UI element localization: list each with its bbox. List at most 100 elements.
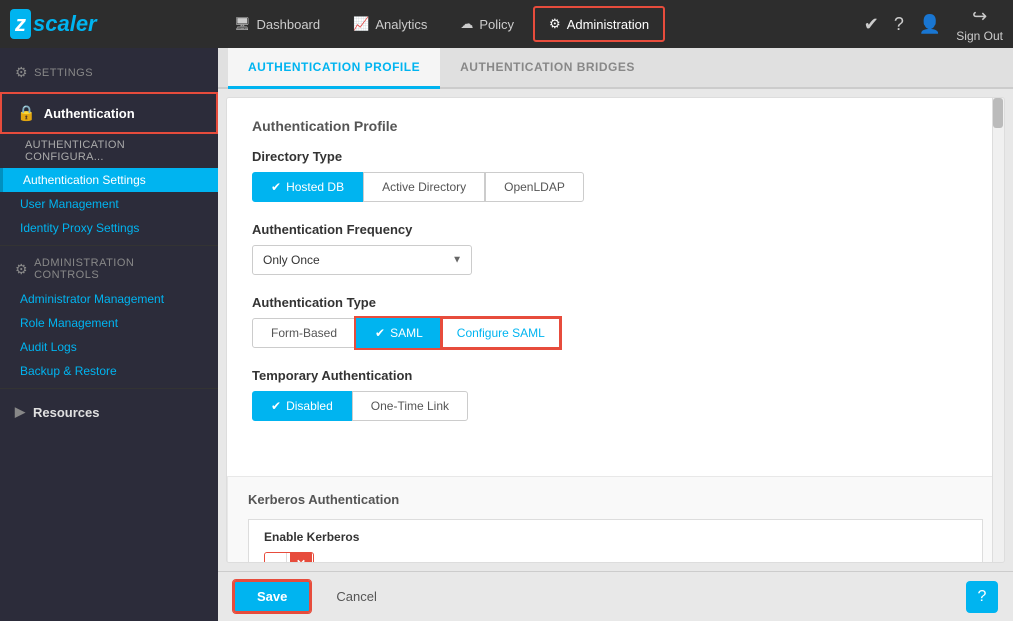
sign-out-icon: ↪ (972, 6, 987, 27)
auth-frequency-select[interactable]: Only Once Every Login Cookie Based (252, 245, 472, 275)
active-directory-button[interactable]: Active Directory (363, 172, 485, 202)
nav-administration-label: Administration (567, 17, 649, 32)
sidebar-administrator-management[interactable]: Administrator Management (0, 287, 218, 311)
sidebar-auth-settings[interactable]: Authentication Settings (0, 168, 218, 192)
hosted-db-check-icon: ✔ (271, 180, 281, 194)
directory-type-buttons: ✔ Hosted DB Active Directory OpenLDAP (252, 172, 979, 202)
nav-administration[interactable]: ⚙ Administration (533, 6, 665, 42)
disabled-check-icon: ✔ (271, 399, 281, 413)
saml-label: SAML (390, 326, 423, 340)
help-icon[interactable]: ? (894, 14, 904, 35)
sidebar-admin-controls-label: ADMINISTRATION CONTROLS (34, 257, 203, 281)
cancel-button[interactable]: Cancel (321, 582, 391, 611)
analytics-icon: 📈 (353, 16, 369, 32)
sidebar-backup-restore[interactable]: Backup & Restore (0, 359, 218, 383)
logo-area: z scaler (10, 9, 220, 39)
sidebar-authentication-label: Authentication (44, 106, 135, 121)
form-based-button[interactable]: Form-Based (252, 318, 356, 348)
auth-type-group: Authentication Type Form-Based ✔ SAML Co… (252, 295, 979, 348)
nav-dashboard[interactable]: 🖥 Dashboard (220, 8, 334, 40)
policy-icon: ☁ (460, 16, 473, 32)
lock-icon: 🔒 (17, 104, 36, 122)
kerberos-inner: Enable Kerberos ✕ (248, 519, 983, 563)
directory-type-label: Directory Type (252, 149, 979, 164)
resources-icon: ▶ (15, 404, 25, 420)
disabled-button[interactable]: ✔ Disabled (252, 391, 352, 421)
form-based-label: Form-Based (271, 326, 337, 340)
openldap-label: OpenLDAP (504, 180, 565, 194)
hosted-db-label: Hosted DB (286, 180, 344, 194)
tab-authentication-bridges[interactable]: AUTHENTICATION BRIDGES (440, 48, 655, 89)
todo-icon[interactable]: ✔ (864, 14, 879, 35)
authentication-profile-title: Authentication Profile (252, 118, 979, 134)
sidebar-authentication[interactable]: 🔒 Authentication (0, 92, 218, 134)
sidebar-backup-restore-label: Backup & Restore (20, 364, 117, 378)
user-icon[interactable]: 👤 (919, 14, 941, 35)
admin-controls-icon: ⚙ (15, 261, 28, 278)
sidebar-settings-section: ⚙ Settings (0, 48, 218, 92)
saml-button[interactable]: ✔ SAML (356, 318, 442, 348)
toggle-white-side (265, 553, 287, 563)
sidebar-resources[interactable]: ▶ Resources (0, 394, 218, 430)
nav-dashboard-label: Dashboard (257, 17, 321, 32)
sidebar-role-management[interactable]: Role Management (0, 311, 218, 335)
top-navigation: z scaler 🖥 Dashboard 📈 Analytics ☁ Polic… (0, 0, 1013, 48)
sign-out-label: Sign Out (956, 29, 1003, 43)
administration-icon: ⚙ (549, 16, 561, 32)
sidebar-user-management[interactable]: User Management (0, 192, 218, 216)
kerberos-section: Kerberos Authentication Enable Kerberos … (227, 476, 1004, 563)
scrollbar-track[interactable] (992, 98, 1004, 562)
sidebar-auth-config[interactable]: AUTHENTICATION CONFIGURA... (0, 134, 218, 168)
dashboard-icon: 🖥 (234, 16, 251, 32)
configure-saml-label: Configure SAML (457, 326, 545, 340)
footer-bar: Save Cancel ? (218, 571, 1013, 621)
sidebar-audit-logs[interactable]: Audit Logs (0, 335, 218, 359)
save-button[interactable]: Save (233, 580, 311, 613)
sidebar-auth-config-label: AUTHENTICATION CONFIGURA... (25, 139, 125, 163)
nav-analytics-label: Analytics (375, 17, 427, 32)
auth-type-label: Authentication Type (252, 295, 979, 310)
temp-auth-label: Temporary Authentication (252, 368, 979, 383)
nav-right-actions: ✔ ? 👤 ↪ Sign Out (864, 6, 1003, 43)
tabs-bar: AUTHENTICATION PROFILE AUTHENTICATION BR… (218, 48, 1013, 89)
nav-analytics[interactable]: 📈 Analytics (339, 8, 441, 40)
sidebar-administrator-management-label: Administrator Management (20, 292, 164, 306)
settings-icon: ⚙ (15, 64, 28, 81)
sidebar-identity-proxy[interactable]: Identity Proxy Settings (0, 216, 218, 240)
kerberos-toggle[interactable]: ✕ (264, 552, 314, 563)
sidebar-resources-label: Resources (33, 405, 99, 420)
hosted-db-button[interactable]: ✔ Hosted DB (252, 172, 363, 202)
tab-profile-label: AUTHENTICATION PROFILE (248, 60, 420, 74)
sidebar-auth-settings-label: Authentication Settings (23, 173, 146, 187)
directory-type-group: Directory Type ✔ Hosted DB Active Direct… (252, 149, 979, 202)
sign-out-button[interactable]: ↪ Sign Out (956, 6, 1003, 43)
sidebar: ⚙ Settings 🔒 Authentication AUTHENTICATI… (0, 48, 218, 621)
sidebar-settings-label: Settings (34, 67, 93, 79)
auth-frequency-select-wrapper: Only Once Every Login Cookie Based (252, 245, 472, 275)
tab-bridges-label: AUTHENTICATION BRIDGES (460, 60, 635, 74)
configure-saml-button[interactable]: Configure SAML (442, 318, 560, 348)
content-area: AUTHENTICATION PROFILE AUTHENTICATION BR… (218, 48, 1013, 621)
nav-policy[interactable]: ☁ Policy (446, 8, 528, 40)
enable-kerberos-label: Enable Kerberos (264, 530, 967, 544)
main-layout: ⚙ Settings 🔒 Authentication AUTHENTICATI… (0, 48, 1013, 621)
auth-frequency-group: Authentication Frequency Only Once Every… (252, 222, 979, 275)
one-time-link-button[interactable]: One-Time Link (352, 391, 468, 421)
scrollbar-thumb[interactable] (993, 98, 1003, 128)
main-content-card: Authentication Profile Directory Type ✔ … (226, 97, 1005, 563)
content-inner: Authentication Profile Directory Type ✔ … (227, 98, 1004, 461)
nav-items: 🖥 Dashboard 📈 Analytics ☁ Policy ⚙ Admin… (220, 6, 864, 42)
openldap-button[interactable]: OpenLDAP (485, 172, 584, 202)
temp-auth-buttons: ✔ Disabled One-Time Link (252, 391, 979, 421)
disabled-label: Disabled (286, 399, 333, 413)
tab-authentication-profile[interactable]: AUTHENTICATION PROFILE (228, 48, 440, 89)
sidebar-audit-logs-label: Audit Logs (20, 340, 77, 354)
kerberos-title: Kerberos Authentication (248, 492, 983, 507)
auth-frequency-label: Authentication Frequency (252, 222, 979, 237)
one-time-link-label: One-Time Link (371, 399, 449, 413)
help-float-button[interactable]: ? (966, 581, 998, 613)
logo-z: z (10, 9, 31, 39)
auth-type-buttons: Form-Based ✔ SAML Configure SAML (252, 318, 979, 348)
sidebar-divider-2 (0, 388, 218, 389)
sidebar-divider-1 (0, 245, 218, 246)
